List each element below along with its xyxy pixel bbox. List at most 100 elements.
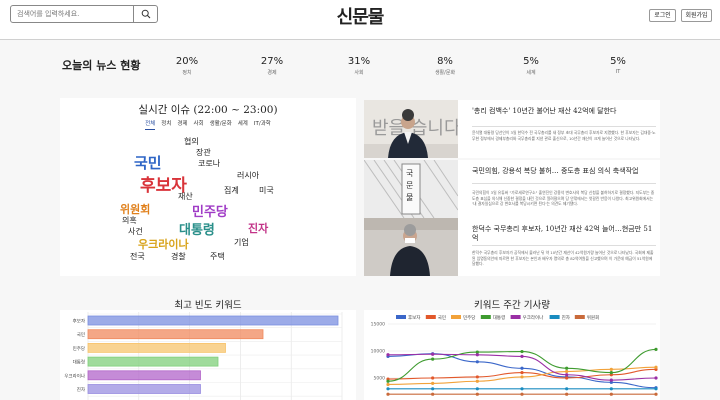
realtime-tab[interactable]: 경제 [177, 119, 187, 129]
trend-point [609, 392, 613, 396]
legend-item[interactable]: 대통령 [480, 314, 505, 321]
keyword-item[interactable]: 전국 [130, 251, 145, 262]
keyword-item[interactable]: 의혹 [122, 215, 137, 226]
keyword-item[interactable]: 주택 [210, 251, 225, 262]
trend-point [609, 371, 613, 375]
news-headline[interactable]: 국민의힘, 강용석 복당 불허… 중도층 표심 의식 축색작업 [472, 167, 656, 176]
legend-item[interactable]: 진자 [549, 314, 571, 321]
trend-point [520, 349, 524, 354]
trend-point [565, 387, 569, 391]
svg-text:위원회: 위원회 [587, 314, 599, 321]
trend-point [431, 387, 435, 391]
realtime-tab[interactable]: 정치 [161, 119, 171, 129]
stat-item: 20% 정치 [162, 56, 212, 76]
trend-ytick: 10000 [371, 349, 385, 355]
trend-point [520, 354, 524, 358]
keyword-item[interactable]: 재산 [178, 191, 193, 202]
realtime-tab[interactable]: 전체 [145, 119, 156, 130]
keyword-item[interactable]: 우크라이나 [138, 236, 189, 252]
site-logo[interactable]: 신문물 [335, 3, 385, 29]
legend-item[interactable]: 후보자 [396, 314, 421, 321]
legend-item[interactable]: 위원회 [574, 314, 599, 321]
stat-item: 27% 경제 [247, 56, 297, 76]
freq-bar [87, 315, 339, 326]
keyword-item[interactable]: 미국 [259, 185, 274, 196]
keyword-item[interactable]: 기업 [234, 237, 249, 248]
realtime-tabs: 전체 정치 경제 사회 생활/문화 세계 IT/과학 [60, 119, 356, 130]
news-item[interactable]: 받을 습니다 '총리 컴백수' 10년간 불어난 재산 42억에 달한다 윤석열… [364, 100, 660, 158]
stat-item: 5% 세계 [506, 56, 556, 76]
login-button[interactable]: 로그인 [649, 9, 676, 22]
news-item[interactable]: 한덕수 국무총리 후보자, 10년간 재산 42억 늘어…현금만 51억 한덕수… [364, 218, 660, 276]
news-summary: 한덕수 국무총리 후보자가 공직에서 물러난 뒤 약 10년간 재산이 42억원… [472, 250, 654, 266]
svg-text:민주당: 민주당 [463, 314, 475, 321]
keyword-item[interactable]: 민주당 [192, 201, 228, 220]
keyword-item[interactable]: 러시아 [237, 170, 259, 181]
news-photo: 국 문 물 [364, 160, 458, 218]
trend-point [565, 373, 569, 377]
freq-chart-title: 최고 빈도 키워드 [174, 300, 242, 311]
stat-value: 5% [523, 56, 539, 67]
news-photo [364, 218, 458, 276]
trend-point [386, 379, 390, 383]
stat-item: 5% IT [593, 56, 643, 75]
stat-label: 경제 [267, 70, 277, 76]
divider [472, 183, 656, 184]
header: 신문물 로그인 회원가입 [0, 0, 720, 40]
legend-item[interactable]: 국민 [425, 314, 446, 321]
freq-tick-label: 민주당 [73, 345, 85, 352]
freq-tick-label: 국민 [77, 331, 85, 338]
keyword-item[interactable]: 경찰 [171, 251, 186, 262]
svg-text:대통령: 대통령 [493, 314, 505, 321]
trend-point [609, 387, 613, 391]
legend-item[interactable]: 민주당 [451, 314, 475, 321]
stats-title: 오늘의 뉴스 현황 [62, 59, 141, 72]
realtime-tab[interactable]: 세계 [238, 119, 248, 129]
realtime-panel: 실시간 이슈 (22:00 ~ 23:00) 전체 정치 경제 사회 생활/문화 세계 IT… [60, 98, 356, 276]
signup-button[interactable]: 회원가입 [681, 9, 712, 22]
keyword-item[interactable]: 집계 [224, 185, 239, 196]
keyword-item[interactable]: 코로나 [198, 158, 220, 169]
trend-point [431, 381, 435, 385]
news-photo: 받을 습니다 [364, 100, 458, 158]
trend-point [520, 371, 524, 375]
keyword-item[interactable]: 협의 [184, 136, 199, 147]
trend-chart-title: 키워드 주간 기사량 [474, 300, 550, 311]
trend-point [475, 392, 479, 396]
freq-tick-label: 후보자 [73, 318, 86, 325]
freq-bar [87, 356, 219, 367]
trend-point [431, 392, 435, 396]
trend-point [520, 392, 524, 396]
legend-item[interactable]: 우크라이나 [510, 314, 544, 321]
trend-point [654, 376, 658, 380]
trend-chart: 후보자 국민 민주당 대통령 우크라이나 진자 위원회 5000 10000 15000 [364, 310, 660, 400]
keyword-item[interactable]: 진자 [248, 220, 268, 236]
trend-point [520, 387, 524, 391]
trend-point [654, 347, 658, 351]
trend-point [475, 360, 479, 364]
trend-point [475, 379, 479, 383]
svg-text:문: 문 [406, 181, 413, 190]
search-input[interactable] [11, 6, 133, 22]
divider [472, 126, 656, 127]
search-button[interactable] [133, 6, 157, 22]
trend-point [520, 366, 524, 370]
freq-bar [87, 384, 201, 394]
realtime-tab[interactable]: 사회 [194, 119, 204, 129]
realtime-tab[interactable]: IT/과학 [254, 119, 271, 129]
realtime-tab[interactable]: 생활/문화 [210, 119, 232, 129]
news-headline[interactable]: 한덕수 국무총리 후보자, 10년간 재산 42억 늘어…현금만 51억 [472, 225, 656, 243]
trend-ytick: 15000 [371, 322, 385, 328]
news-item[interactable]: 국 문 물 국민의힘, 강용석 복당 불허… 중도층 표심 의식 축색작업 국민… [364, 160, 660, 218]
stat-item: 31% 사회 [334, 56, 384, 76]
divider [472, 245, 656, 246]
keyword-item[interactable]: 국민 [134, 152, 162, 173]
trend-point [654, 392, 658, 396]
keyword-item[interactable]: 장관 [196, 147, 211, 158]
trend-point [565, 376, 569, 380]
svg-text:물: 물 [406, 193, 413, 202]
trend-ytick: 5000 [374, 376, 386, 382]
svg-text:후보자: 후보자 [408, 314, 421, 321]
trend-chart-svg: 후보자 국민 민주당 대통령 우크라이나 진자 위원회 5000 10000 15000 [371, 314, 658, 396]
news-headline[interactable]: '총리 컴백수' 10년간 불어난 재산 42억에 달한다 [472, 107, 656, 116]
